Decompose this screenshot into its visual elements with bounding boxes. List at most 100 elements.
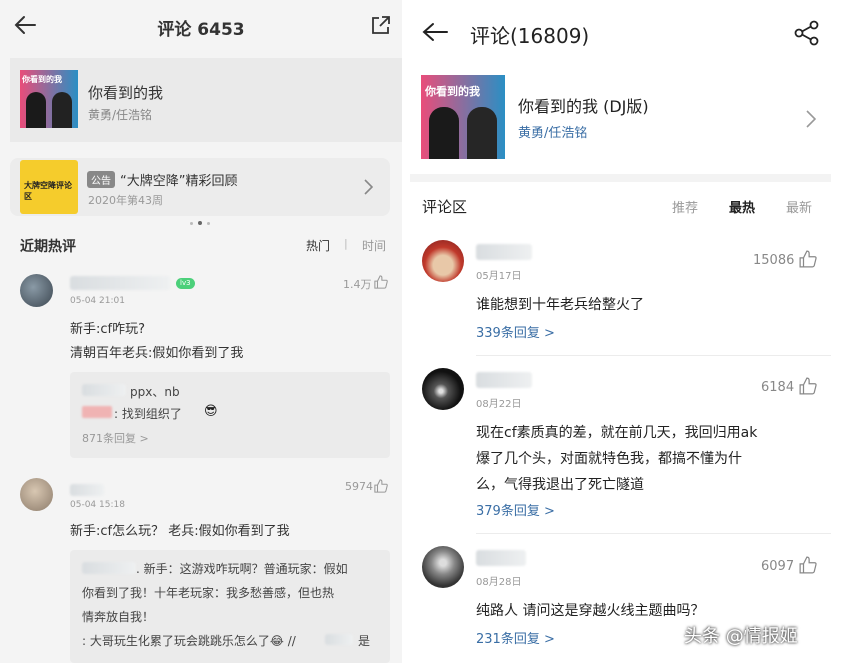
song-card[interactable]: 你看到的我 你看到的我 黄勇/任浩铭 (10, 58, 402, 142)
left-header: 评论 6453 (0, 0, 402, 52)
share-icon[interactable] (794, 20, 820, 46)
reply-preview-box[interactable]: . 新手：这游戏咋玩啊？普通玩家：假如 你看到了我！十年老玩家：我多愁善感，但也… (70, 550, 390, 663)
cover-person (26, 92, 46, 128)
comment-line: 清朝百年老兵:假如你看到了我 (70, 346, 244, 361)
user-avatar[interactable] (422, 240, 464, 282)
reply-text: : 找到组织了 (114, 407, 182, 421)
like-count: 6184 (761, 380, 795, 395)
comment-date: 05月17日 (476, 271, 522, 282)
comment-divider (476, 355, 831, 356)
cover-text: 你看到的我 (425, 85, 480, 98)
comment-line: 爆了几个头，对面就特色我，都搞不懂为什 (476, 451, 742, 467)
thumbs-up-icon[interactable] (799, 556, 817, 574)
right-comments-screen: 评论(16809) 你看到的我 你看到的我 (DJ版) 黄勇/任浩铭 评论区 推… (410, 0, 841, 663)
user-avatar[interactable] (20, 478, 53, 511)
sunglasses-emoji-icon: 😎 (204, 404, 218, 419)
sort-hot-tab[interactable]: 热门 (306, 237, 330, 254)
panel-divider (402, 0, 410, 663)
like-count: 15086 (753, 253, 795, 268)
section-title: 评论区 (422, 198, 468, 216)
reply-count-link[interactable]: 231条回复 > (476, 628, 555, 647)
back-arrow-icon[interactable] (422, 22, 448, 42)
comment-item: 05月17日 15086 谁能想到十年老兵给整火了 339条回复 > (410, 236, 831, 356)
cover-person (467, 107, 497, 159)
reply-count-link[interactable]: 871条回复 > (82, 430, 149, 446)
level-badge: lv3 (176, 278, 195, 289)
thumbs-up-icon[interactable] (799, 250, 817, 268)
share-icon[interactable] (371, 15, 391, 35)
username-blurred[interactable] (70, 276, 170, 290)
song-artist[interactable]: 黄勇/任浩铭 (518, 122, 587, 141)
announcement-cover: 大牌空降评论区 (20, 160, 78, 214)
reply-username-blurred (82, 406, 112, 418)
announcement-tag: 公告 (87, 171, 115, 188)
comment-line: 新手:cf怎么玩？ 老兵:假如你看到了我 (70, 524, 290, 539)
cover-text: 大牌空降评论区 (24, 181, 72, 201)
reply-text: ppx、nb (130, 385, 180, 399)
chevron-right-icon (806, 110, 816, 128)
reply-text: : 大哥玩生化累了玩会跳跳乐怎么了😂 // (82, 634, 296, 648)
chevron-right-icon (364, 179, 373, 195)
username-blurred[interactable] (476, 550, 526, 566)
cover-person (52, 92, 72, 128)
announcement-subtitle: 2020年第43周 (88, 194, 163, 207)
reply-text: 你看到了我！十年老玩家：我多愁善感，但也热 (82, 586, 335, 600)
cover-text: 你看到的我 (22, 75, 62, 84)
left-comments-screen: 评论 6453 你看到的我 你看到的我 黄勇/任浩铭 大牌空降评论区 公告 “大… (0, 0, 402, 663)
comment-date: 05-04 21:01 (70, 296, 125, 306)
tab-new[interactable]: 最新 (786, 197, 812, 216)
like-count: 6097 (761, 559, 795, 574)
page-title: 评论 6453 (157, 20, 245, 40)
comment-date: 08月28日 (476, 577, 522, 588)
sort-time-tab[interactable]: 时间 (362, 237, 386, 254)
cover-person (429, 107, 459, 159)
reply-text: . 新手：这游戏咋玩啊？普通玩家：假如 (136, 562, 348, 576)
like-count: 5974 (345, 480, 373, 493)
thumbs-up-icon[interactable] (374, 275, 388, 289)
reply-username-blurred (325, 634, 353, 645)
user-avatar[interactable] (422, 546, 464, 588)
user-avatar[interactable] (422, 368, 464, 410)
comment-item: 08月22日 6184 现在cf素质真的差，就在前几天，我回归用ak 爆了几个头… (410, 366, 831, 526)
username-blurred[interactable] (476, 372, 532, 388)
watermark: 头条 @情报姬 (684, 626, 798, 647)
username-blurred[interactable] (476, 244, 532, 260)
thumbs-up-icon[interactable] (799, 377, 817, 395)
reply-count-link[interactable]: 339条回复 > (476, 322, 555, 341)
thumbs-up-icon[interactable] (374, 479, 388, 493)
comment-item: lv3 05-04 21:01 1.4万 新手:cf咋玩? 清朝百年老兵:假如你… (0, 268, 402, 468)
reply-username-blurred (82, 562, 136, 574)
comment-item: 05-04 15:18 5974 新手:cf怎么玩？ 老兵:假如你看到了我 . … (0, 474, 402, 663)
comment-line: 谁能想到十年老兵给整火了 (476, 297, 644, 313)
announcement-title: “大牌空降”精彩回顾 (120, 174, 238, 189)
announcement-card[interactable]: 大牌空降评论区 公告 “大牌空降”精彩回顾 2020年第43周 (10, 158, 390, 225)
song-artist: 黄勇/任浩铭 (88, 108, 153, 122)
song-card[interactable]: 你看到的我 你看到的我 (DJ版) 黄勇/任浩铭 (410, 62, 831, 174)
like-count: 1.4万 (343, 278, 372, 291)
comment-date: 05-04 15:18 (70, 500, 125, 510)
reply-preview-box[interactable]: ppx、nb : 找到组织了 😎 871条回复 > (70, 372, 390, 458)
page-title: 评论(16809) (470, 24, 590, 48)
song-cover: 你看到的我 (20, 70, 78, 128)
reply-text: 情奔放自我！ (82, 610, 155, 624)
username-blurred[interactable] (70, 484, 104, 496)
reply-count-link[interactable]: 379条回复 > (476, 500, 555, 519)
song-cover: 你看到的我 (421, 75, 505, 159)
user-avatar[interactable] (20, 274, 53, 307)
comment-divider (476, 533, 831, 534)
comment-line: 么，气得我退出了死亡隧道 (476, 477, 644, 493)
comment-line: 现在cf素质真的差，就在前几天，我回归用ak (476, 425, 758, 441)
tab-recommend[interactable]: 推荐 (672, 197, 698, 216)
tab-hot[interactable]: 最热 (729, 197, 755, 216)
reply-username-blurred (82, 384, 126, 396)
reply-text: 是 (358, 634, 371, 648)
song-title: 你看到的我 (DJ版) (518, 97, 649, 116)
comment-line: 纯路人 请问这是穿越火线主题曲吗？ (476, 603, 705, 619)
song-title: 你看到的我 (88, 84, 164, 102)
section-separator (410, 174, 831, 182)
section-title: 近期热评 (20, 239, 76, 255)
sort-divider: | (344, 237, 348, 250)
carousel-dots (190, 210, 210, 229)
comment-date: 08月22日 (476, 399, 522, 410)
comment-line: 新手:cf咋玩? (70, 322, 146, 337)
